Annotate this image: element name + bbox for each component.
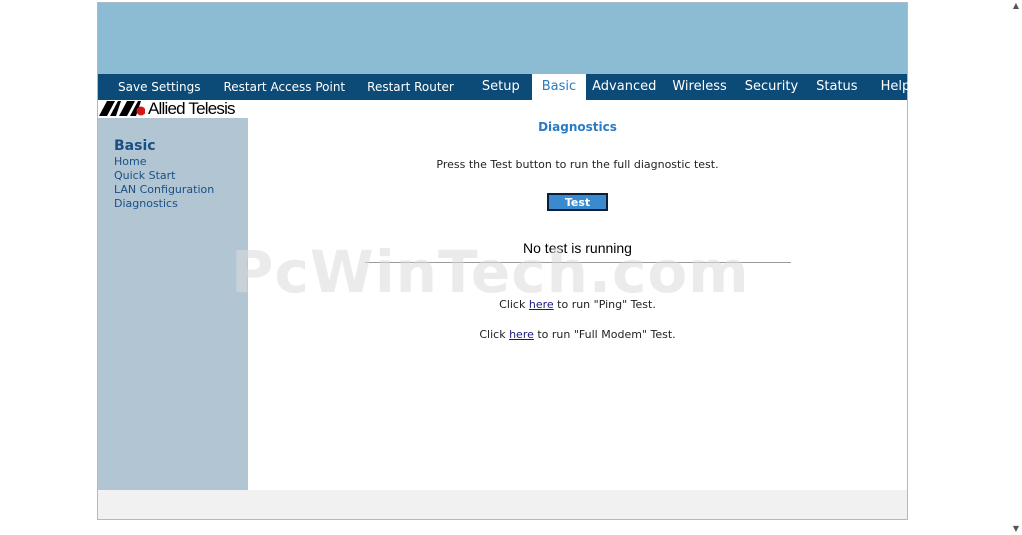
nav-restart-access-point[interactable]: Restart Access Point	[224, 74, 346, 100]
scroll-up-icon[interactable]: ▲	[1010, 0, 1022, 12]
router-admin-frame: Save Settings Restart Access Point Resta…	[97, 2, 910, 520]
brand-logo: Allied Telesis	[98, 99, 248, 118]
instructions-text: Press the Test button to run the full di…	[436, 158, 719, 171]
nav-wireless[interactable]: Wireless	[672, 74, 726, 100]
nav-setup[interactable]: Setup	[482, 74, 520, 100]
modem-text-after: to run "Full Modem" Test.	[533, 328, 676, 341]
full-modem-test-link[interactable]: here	[509, 328, 534, 341]
sidebar-item-diagnostics[interactable]: Diagnostics	[114, 197, 214, 211]
sidebar-item-lan-configuration[interactable]: LAN Configuration	[114, 183, 214, 197]
nav-status[interactable]: Status	[816, 74, 857, 100]
modem-text-before: Click	[479, 328, 510, 341]
sidebar: Basic Home Quick Start LAN Configuration…	[98, 118, 248, 490]
allied-telesis-logo-icon	[99, 101, 145, 116]
header-banner	[98, 3, 907, 74]
nav-help[interactable]: Help	[881, 74, 911, 100]
ping-text-after: to run "Ping" Test.	[553, 298, 656, 311]
top-nav: Save Settings Restart Access Point Resta…	[98, 74, 910, 100]
sidebar-links: Home Quick Start LAN Configuration Diagn…	[114, 155, 214, 211]
footer-bar	[98, 490, 907, 519]
ping-text-before: Click	[499, 298, 529, 311]
nav-save-settings[interactable]: Save Settings	[118, 74, 201, 100]
nav-basic[interactable]: Basic	[531, 74, 587, 100]
main-content: Diagnostics Press the Test button to run…	[248, 100, 907, 490]
nav-security[interactable]: Security	[745, 74, 798, 100]
test-status-text: No test is running	[523, 240, 632, 256]
scroll-down-icon[interactable]: ▼	[1010, 523, 1022, 535]
ping-test-line: Click here to run "Ping" Test.	[248, 298, 907, 311]
divider	[365, 262, 791, 263]
full-modem-test-line: Click here to run "Full Modem" Test.	[248, 328, 907, 341]
test-button[interactable]: Test	[547, 193, 608, 211]
sidebar-item-home[interactable]: Home	[114, 155, 214, 169]
sidebar-title: Basic	[114, 138, 156, 154]
logo-text: Allied Telesis	[148, 99, 236, 118]
vertical-scrollbar[interactable]: ▲ ▼	[1010, 0, 1022, 535]
nav-advanced[interactable]: Advanced	[592, 74, 656, 100]
nav-restart-router[interactable]: Restart Router	[367, 74, 454, 100]
page-title: Diagnostics	[538, 120, 617, 134]
ping-test-link[interactable]: here	[529, 298, 554, 311]
sidebar-item-quick-start[interactable]: Quick Start	[114, 169, 214, 183]
